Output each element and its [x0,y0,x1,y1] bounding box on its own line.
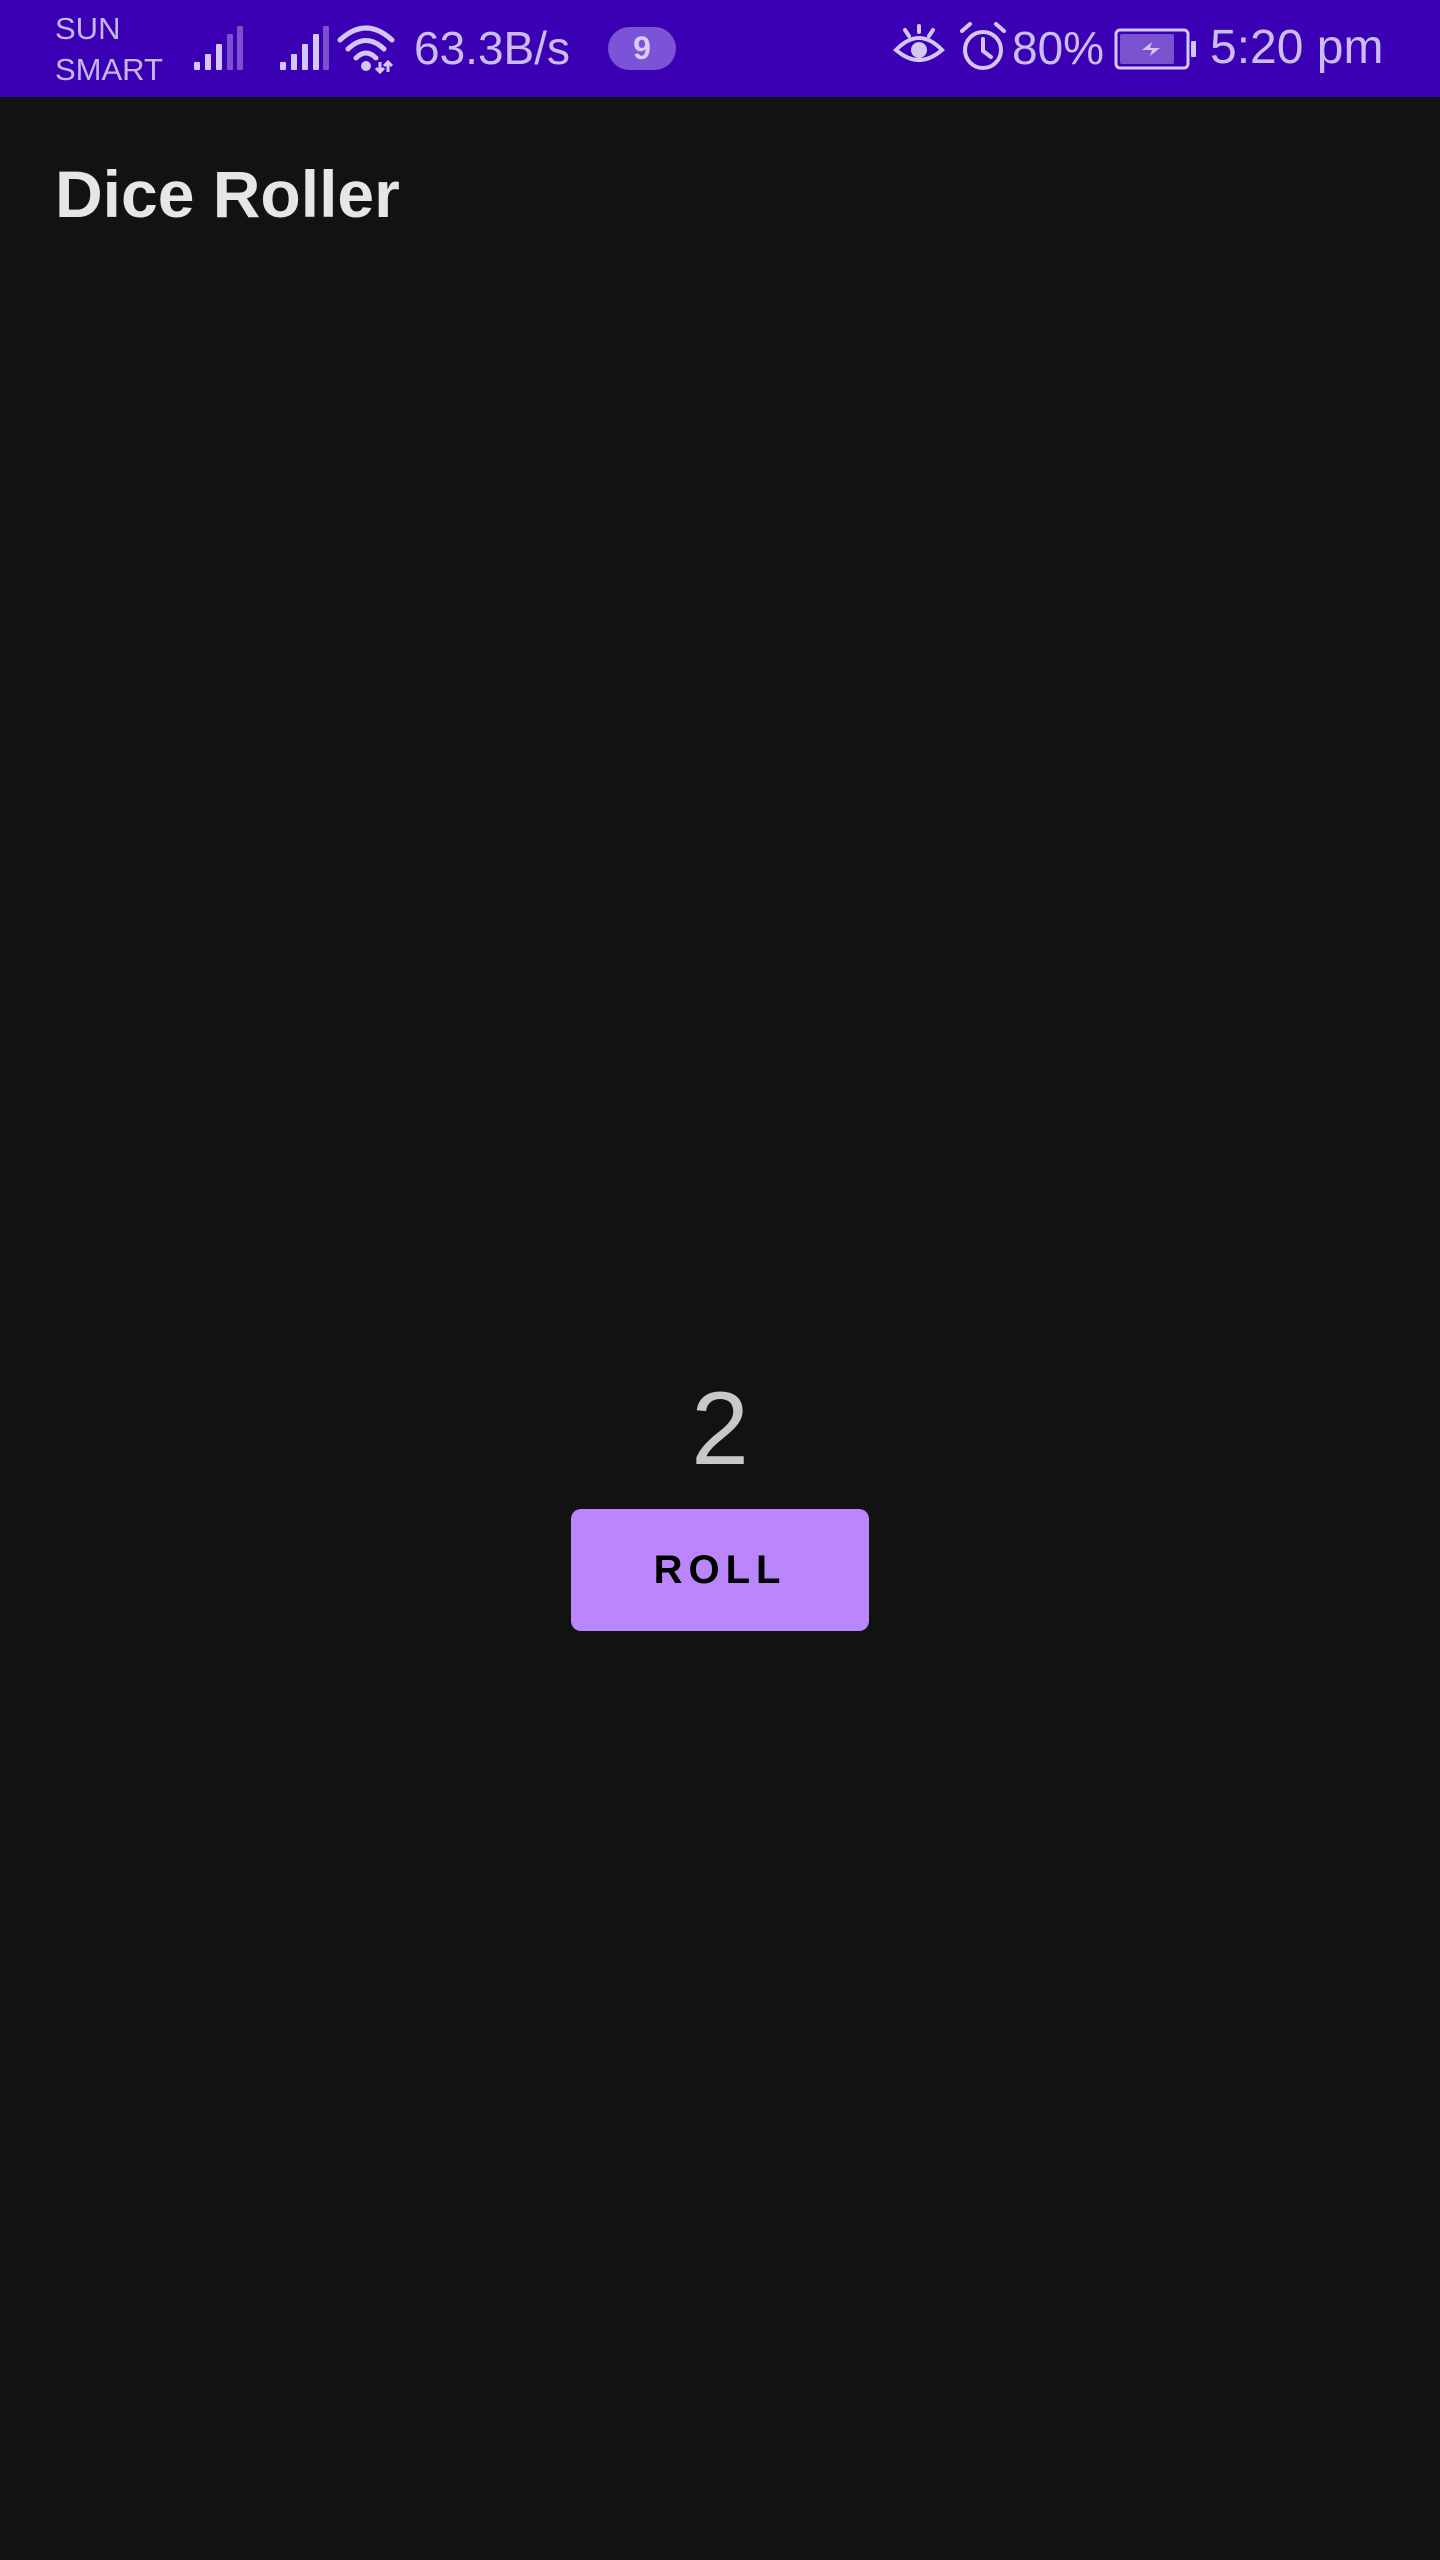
wifi-icon [336,22,396,79]
carrier-name: SUN SMART [55,8,163,90]
alarm-icon [958,21,1008,78]
carrier-line-2: SMART [55,52,163,87]
eye-icon [893,24,945,77]
status-bar: SUN SMART 63.3B/s 9 80% 5:20 pm [0,0,1440,97]
clock: 5:20 pm [1210,21,1384,74]
battery-percent: 80% [1012,22,1105,74]
app-title: Dice Roller [55,157,400,231]
carrier-line-1: SUN [55,11,121,46]
notification-count-badge: 9 [608,27,676,70]
network-speed: 63.3B/s [414,22,570,74]
signal-icon [278,26,330,77]
dice-result-text: 2 [691,1371,749,1487]
battery-charging-icon [1114,28,1198,75]
roll-button[interactable]: ROLL [571,1509,869,1631]
signal-icon [192,26,244,77]
